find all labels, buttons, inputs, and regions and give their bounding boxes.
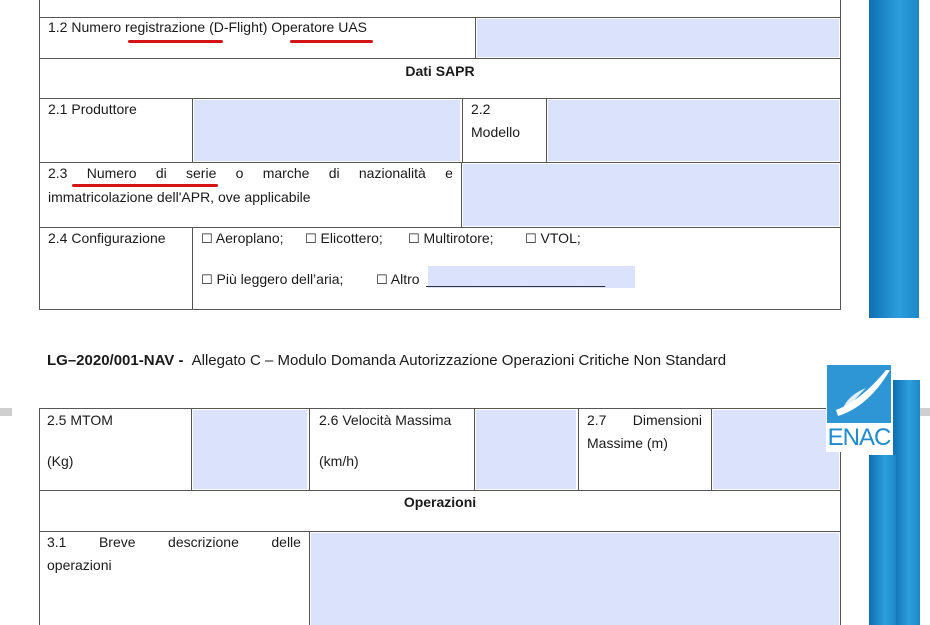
word: nazionalità bbox=[358, 165, 426, 181]
word: marche bbox=[262, 165, 310, 181]
hline bbox=[39, 98, 841, 99]
brand-side-bar bbox=[869, 455, 896, 625]
option-label: Multirotore; bbox=[423, 230, 494, 246]
checkbox-icon[interactable]: ☐ bbox=[376, 273, 388, 288]
label-2-1: 2.1 Produttore bbox=[48, 101, 137, 117]
option-aeroplano[interactable]: ☐ Aeroplano; bbox=[201, 227, 284, 251]
enac-logo: ENAC bbox=[826, 364, 892, 452]
label-2-7-line2: Massime (m) bbox=[587, 435, 668, 451]
word: 2.3 bbox=[48, 165, 68, 181]
word: e bbox=[445, 165, 453, 181]
enac-logo-text: ENAC bbox=[827, 424, 892, 451]
operations-description-field[interactable] bbox=[311, 533, 839, 625]
label-2-6: 2.6 Velocità Massima bbox=[319, 412, 452, 428]
vline bbox=[462, 98, 463, 162]
label-2-3-line1: 2.3 Numero di serie o marche di nazional… bbox=[48, 162, 453, 185]
uas-operator-registration-field[interactable] bbox=[477, 19, 839, 57]
brand-side-bar bbox=[869, 0, 919, 318]
red-underline bbox=[128, 40, 223, 43]
option-altro[interactable]: ☐ Altro bbox=[376, 268, 420, 292]
label-1-2: 1.2 Numero registrazione (D-Flight) Oper… bbox=[48, 19, 368, 35]
red-underline bbox=[72, 184, 218, 187]
label-2-5: 2.5 MTOM bbox=[47, 412, 113, 428]
option-elicottero[interactable]: ☐ Elicottero; bbox=[305, 227, 383, 251]
section-title-dati-sapr: Dati SAPR bbox=[405, 63, 475, 79]
label-2-2-number: 2.2 bbox=[471, 101, 491, 117]
word: 3.1 bbox=[47, 534, 67, 550]
option-label: Aeroplano; bbox=[215, 230, 284, 246]
checkbox-icon[interactable]: ☐ bbox=[201, 273, 213, 288]
hline bbox=[39, 309, 841, 310]
label-3-1-line2: operazioni bbox=[47, 557, 112, 573]
word: Numero bbox=[86, 165, 137, 181]
label-3-1-line1: 3.1 Breve descrizione delle bbox=[47, 531, 301, 554]
option-label: Più leggero dell’aria; bbox=[216, 271, 344, 287]
vline bbox=[546, 98, 547, 162]
max-speed-field[interactable] bbox=[476, 410, 576, 489]
checkbox-icon[interactable]: ☐ bbox=[305, 232, 317, 247]
label-2-6-unit: (km/h) bbox=[319, 453, 359, 469]
page-gap-marker bbox=[920, 408, 930, 416]
checkbox-icon[interactable]: ☐ bbox=[201, 232, 213, 247]
doc-code: LG–2020/001-NAV - bbox=[47, 352, 184, 369]
vline bbox=[191, 408, 192, 490]
altro-underline: _______________________ bbox=[426, 271, 606, 287]
option-label: VTOL; bbox=[540, 230, 581, 246]
hline bbox=[39, 58, 841, 59]
checkbox-icon[interactable]: ☐ bbox=[408, 232, 420, 247]
label-2-2: Modello bbox=[471, 124, 521, 140]
doc-title: Allegato C – Modulo Domanda Autorizzazio… bbox=[191, 352, 727, 369]
vline bbox=[192, 98, 193, 162]
word: Breve bbox=[98, 534, 136, 550]
section-title-operazioni: Operazioni bbox=[403, 494, 477, 510]
word: Dimensioni bbox=[632, 412, 702, 428]
word: di bbox=[328, 165, 340, 181]
vline bbox=[192, 227, 193, 309]
manufacturer-field[interactable] bbox=[194, 100, 460, 161]
option-piu-leggero[interactable]: ☐ Più leggero dell’aria; bbox=[201, 268, 343, 292]
table-border-left bbox=[39, 0, 40, 310]
option-vtol[interactable]: ☐ VTOL; bbox=[525, 227, 581, 251]
doc-header: LG–2020/001-NAV - Allegato C – Modulo Do… bbox=[47, 349, 726, 372]
vline bbox=[475, 17, 476, 58]
label-2-4: 2.4 Configurazione bbox=[48, 230, 166, 246]
vline bbox=[578, 408, 579, 490]
serial-number-field[interactable] bbox=[463, 164, 839, 226]
word: serie bbox=[186, 165, 217, 181]
label-2-5-unit: (Kg) bbox=[47, 453, 74, 469]
word: descrizione bbox=[168, 534, 239, 550]
brand-side-bar bbox=[893, 380, 920, 625]
vline bbox=[474, 408, 475, 490]
vline bbox=[309, 531, 310, 625]
option-multirotore[interactable]: ☐ Multirotore; bbox=[408, 227, 494, 251]
red-underline bbox=[290, 40, 373, 43]
max-dimensions-field[interactable] bbox=[713, 410, 839, 489]
page-gap-marker bbox=[0, 408, 12, 416]
option-label: Elicottero; bbox=[320, 230, 383, 246]
word: delle bbox=[271, 534, 301, 550]
option-label: Altro bbox=[390, 271, 420, 287]
label-2-3-line2: immatricolazione dell'APR, ove applicabi… bbox=[48, 189, 311, 205]
mtom-field[interactable] bbox=[193, 410, 307, 489]
model-field[interactable] bbox=[548, 100, 839, 161]
checkbox-icon[interactable]: ☐ bbox=[525, 232, 537, 247]
vline bbox=[461, 162, 462, 227]
word: o bbox=[235, 165, 244, 181]
label-2-7-line1: 2.7 Dimensioni bbox=[587, 409, 702, 432]
table-border-left bbox=[39, 408, 40, 625]
word: 2.7 bbox=[587, 412, 607, 428]
table-border-right bbox=[840, 0, 841, 310]
vline bbox=[309, 408, 310, 490]
word: di bbox=[155, 165, 167, 181]
vline bbox=[711, 408, 712, 490]
